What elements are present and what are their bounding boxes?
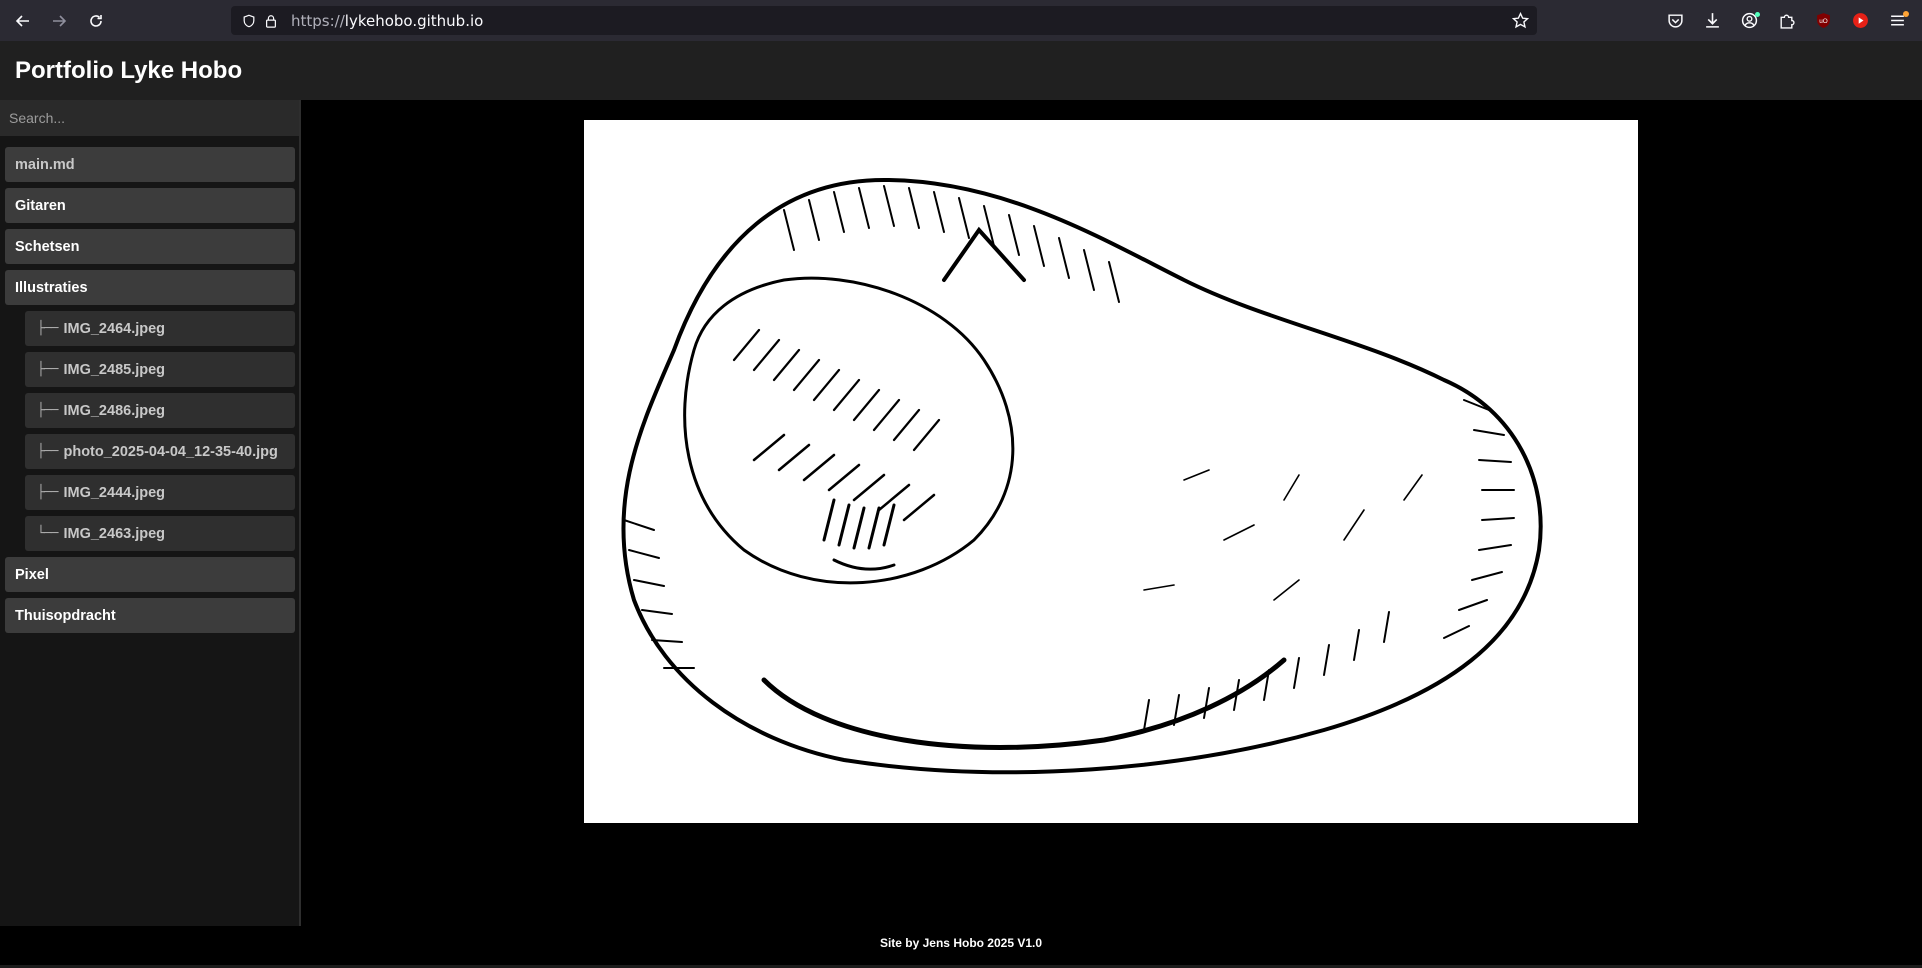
url-scheme: https://	[291, 11, 345, 30]
browser-toolbar: https://lykehobo.github.io uO	[0, 0, 1922, 41]
svg-text:uO: uO	[1819, 18, 1828, 25]
pocket-button[interactable]	[1657, 6, 1694, 36]
nav-item-pixel[interactable]: Pixel	[5, 557, 295, 592]
file-item[interactable]: ├── IMG_2485.jpeg	[25, 352, 295, 387]
file-item-label: IMG_2463.jpeg	[63, 525, 166, 542]
lock-icon[interactable]	[263, 13, 279, 29]
nav-item-label: Schetsen	[15, 238, 80, 255]
tree-branch: ├──	[37, 403, 59, 418]
nav-item-main-md[interactable]: main.md	[5, 147, 295, 182]
url-text[interactable]: https://lykehobo.github.io	[291, 12, 483, 30]
tracking-shield-icon[interactable]	[241, 13, 257, 29]
update-badge	[1903, 10, 1909, 17]
nav-item-label: main.md	[15, 156, 75, 173]
back-button[interactable]	[8, 6, 38, 36]
bookmark-star-icon[interactable]	[1512, 12, 1529, 29]
file-item[interactable]: ├── IMG_2486.jpeg	[25, 393, 295, 428]
tree-branch: ├──	[37, 321, 59, 336]
site-footer: Site by Jens Hobo 2025 V1.0	[879, 936, 1043, 950]
sync-dot	[1755, 11, 1760, 17]
arrow-left-icon	[15, 15, 29, 27]
sidebar: main.md Gitaren Schetsen Illustraties ├─…	[0, 100, 301, 926]
file-item-label: IMG_2444.jpeg	[63, 484, 166, 501]
file-item-label: IMG_2464.jpeg	[63, 320, 166, 337]
app-menu-button[interactable]	[1879, 6, 1916, 36]
file-item[interactable]: ├── IMG_2464.jpeg	[25, 311, 295, 346]
toolbar-right: uO	[1657, 0, 1916, 41]
image-viewer	[584, 120, 1638, 823]
nav-item-schetsen[interactable]: Schetsen	[5, 229, 295, 264]
site-header: Portfolio Lyke Hobo	[0, 41, 1922, 100]
file-item-label: IMG_2485.jpeg	[63, 361, 166, 378]
nav-item-gitaren[interactable]: Gitaren	[5, 188, 295, 223]
address-bar[interactable]: https://lykehobo.github.io	[231, 6, 1537, 35]
account-button[interactable]	[1731, 6, 1768, 36]
nav-item-label: Thuisopdracht	[15, 607, 116, 624]
site-title: Portfolio Lyke Hobo	[15, 57, 243, 84]
tree-branch: ├──	[37, 444, 59, 459]
file-tree: main.md Gitaren Schetsen Illustraties ├─…	[5, 147, 295, 639]
reload-icon	[90, 15, 102, 27]
file-item-label: IMG_2486.jpeg	[63, 402, 166, 419]
url-host: lykehobo.github.io	[344, 11, 484, 30]
nav-item-label: Illustraties	[15, 279, 88, 296]
youtube-icon	[1853, 13, 1868, 28]
ublock-origin-icon: uO	[1817, 13, 1830, 28]
search-input[interactable]	[0, 100, 299, 136]
file-item[interactable]: ├── IMG_2444.jpeg	[25, 475, 295, 510]
pocket-icon	[1668, 14, 1683, 28]
reload-button[interactable]	[81, 6, 111, 36]
tree-branch: └──	[37, 526, 59, 541]
tree-branch: ├──	[37, 362, 59, 377]
ublock-button[interactable]: uO	[1805, 6, 1842, 36]
extensions-button[interactable]	[1768, 6, 1805, 36]
forward-button[interactable]	[44, 6, 74, 36]
downloads-button[interactable]	[1694, 6, 1731, 36]
nav-item-illustraties[interactable]: Illustraties	[5, 270, 295, 305]
nav-item-label: Pixel	[15, 566, 49, 583]
tree-branch: ├──	[37, 485, 59, 500]
download-icon	[1706, 13, 1719, 28]
cat-illustration	[584, 120, 1638, 823]
arrow-right-icon	[53, 15, 67, 27]
web-page: Portfolio Lyke Hobo main.md Gitaren Sche…	[0, 41, 1922, 968]
youtube-extension-button[interactable]	[1842, 6, 1879, 36]
nav-item-label: Gitaren	[15, 197, 66, 214]
file-item[interactable]: ├── photo_2025-04-04_12-35-40.jpg	[25, 434, 295, 469]
nav-item-thuisopdracht[interactable]: Thuisopdracht	[5, 598, 295, 633]
file-item-label: photo_2025-04-04_12-35-40.jpg	[63, 443, 278, 460]
file-item[interactable]: └── IMG_2463.jpeg	[25, 516, 295, 551]
puzzle-icon	[1780, 14, 1795, 29]
